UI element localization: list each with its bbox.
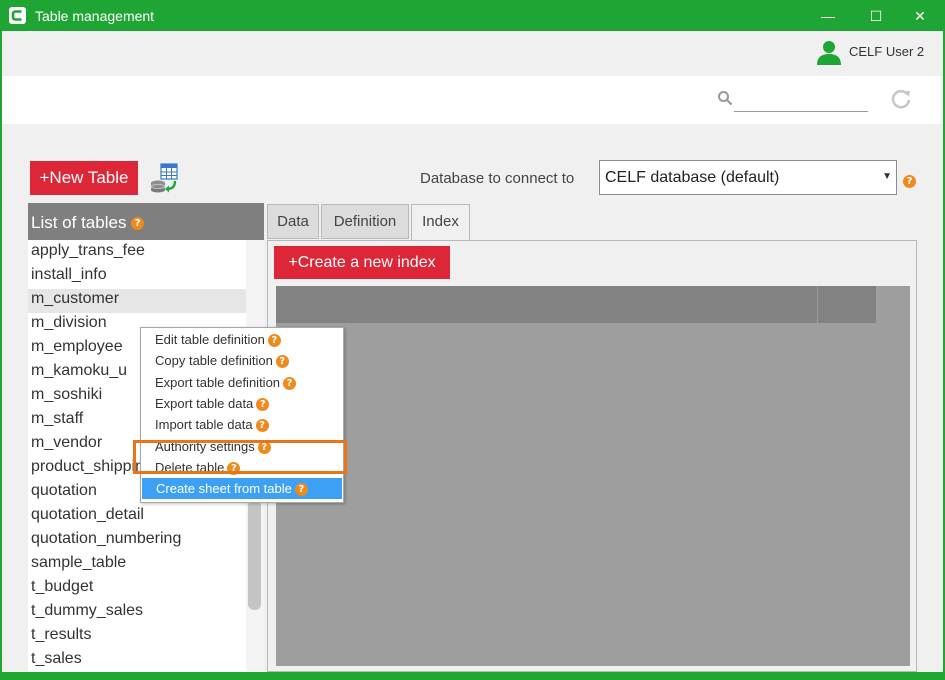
menu-item-label: Copy table definition [155,353,273,369]
window-title: Table management [35,8,155,24]
menu-item-create-sheet-from-table[interactable]: Create sheet from table? [142,478,342,500]
search-icon [718,91,733,106]
menu-item-label: Create sheet from table [156,481,292,497]
app-logo-icon [9,7,26,24]
table-list-item[interactable]: install_info [31,266,107,284]
table-list-item[interactable]: t_dummy_sales [31,602,143,620]
menu-item-import-table-data[interactable]: Import table data? [141,414,343,435]
menu-item-export-table-definition[interactable]: Export table definition? [141,372,343,393]
menu-item-label: Export table data [155,395,254,411]
table-list-item[interactable]: quotation [31,482,97,500]
user-name[interactable]: CELF User 2 [849,44,924,59]
maximize-button[interactable]: ☐ [862,4,890,28]
tab-data[interactable]: Data [267,204,319,239]
table-list-item[interactable]: apply_trans_fee [31,242,145,260]
help-icon[interactable]: ? [275,355,289,369]
context-menu: Edit table definition? Copy table definit… [140,327,344,503]
index-panel: +Create a new index [267,240,917,672]
database-select[interactable]: CELF database (default) ▼ [599,160,897,195]
tab-index[interactable]: Index [411,204,470,240]
table-list-item[interactable]: t_budget [31,578,93,596]
dropdown-arrow-icon: ▼ [882,171,892,182]
list-scrollbar-thumb[interactable] [248,500,261,610]
close-button[interactable]: ✕ [906,4,934,28]
table-list-header: List of tables ? [28,203,264,240]
create-index-button[interactable]: +Create a new index [274,246,450,279]
menu-item-export-table-data[interactable]: Export table data? [141,393,343,414]
menu-item-label: Import table data [155,417,253,433]
table-list-item[interactable]: sample_table [31,554,126,572]
menu-item-edit-table-definition[interactable]: Edit table definition? [141,329,343,350]
search-input[interactable] [734,86,868,112]
table-list-item[interactable]: m_customer [31,290,119,308]
column-divider[interactable] [817,286,818,323]
help-icon[interactable]: ? [256,397,270,411]
user-bar: CELF User 2 [2,31,943,76]
table-list-item[interactable]: m_division [31,314,107,332]
table-list-item[interactable]: m_kamoku_u [31,362,127,380]
help-icon[interactable]: ? [255,419,269,433]
search-bar [2,76,943,124]
help-icon[interactable]: ? [131,217,145,231]
help-icon[interactable]: ? [267,334,281,347]
user-icon [817,41,841,65]
table-list-item[interactable]: m_employee [31,338,123,356]
refresh-icon[interactable] [890,88,912,110]
table-list-item[interactable]: quotation_detail [31,506,144,524]
table-list-item[interactable]: m_staff [31,410,83,428]
database-select-value: CELF database (default) [605,169,780,186]
title-bar: Table management — ☐ ✕ [0,0,945,31]
menu-item-copy-table-definition[interactable]: Copy table definition? [141,350,343,371]
table-list-item[interactable]: t_sales [31,650,82,668]
table-list-item[interactable]: quotation_numbering [31,530,181,548]
index-grid-header [276,286,876,323]
table-list-item[interactable]: m_soshiki [31,386,102,404]
help-icon[interactable]: ? [903,175,916,188]
index-grid[interactable] [276,286,910,666]
highlight-frame [133,440,347,474]
import-table-icon[interactable] [149,163,179,193]
database-label: Database to connect to [420,170,575,187]
help-icon[interactable]: ? [294,483,308,497]
menu-item-label: Export table definition [155,374,281,390]
new-table-button[interactable]: +New Table [30,161,138,195]
minimize-button[interactable]: — [814,4,842,28]
help-icon[interactable]: ? [283,376,297,390]
table-list-item[interactable]: t_results [31,626,91,644]
table-list-item[interactable]: m_vendor [31,434,102,452]
table-list-title: List of tables ? [31,213,145,233]
main-window: CELF User 2 +New Table Database to conne… [2,31,943,672]
menu-item-label: Edit table definition [155,332,265,347]
tab-definition[interactable]: Definition [321,204,409,239]
